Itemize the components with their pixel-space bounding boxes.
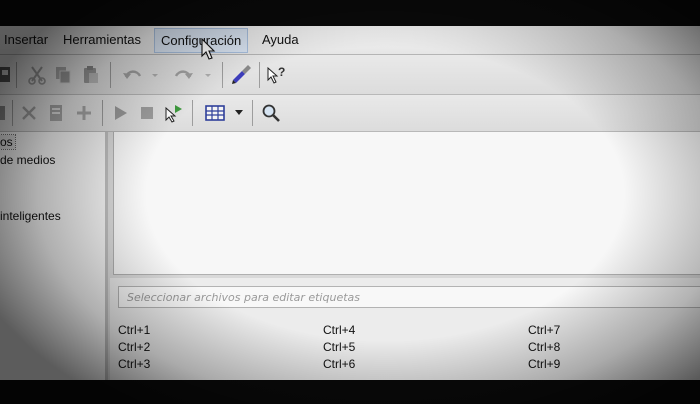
- search-icon[interactable]: [261, 103, 281, 123]
- delete-icon[interactable]: [21, 105, 37, 121]
- nav-item-selected[interactable]: os: [0, 134, 16, 150]
- add-icon[interactable]: [74, 104, 94, 122]
- toolbar-separator: [16, 62, 17, 88]
- toolbar-separator: [259, 62, 260, 88]
- shortcut-label: Ctrl+2: [118, 340, 151, 354]
- toolbar-separator: [192, 100, 193, 126]
- toolbar-separator: [12, 100, 13, 126]
- menu-herramientas[interactable]: Herramientas: [63, 32, 141, 47]
- play-icon[interactable]: [112, 105, 128, 121]
- menu-ayuda[interactable]: Ayuda: [262, 32, 299, 47]
- toolbar-separator: [222, 62, 223, 88]
- shortcut-label: Ctrl+6: [323, 357, 356, 371]
- secondary-toolbar: [0, 95, 700, 132]
- save-icon[interactable]: [0, 66, 12, 84]
- cut-icon[interactable]: [28, 65, 46, 85]
- app-window: Insertar Herramientas Configuración Ayud…: [0, 26, 700, 380]
- shortcut-label: Ctrl+3: [118, 357, 151, 371]
- mouse-cursor-icon: [201, 38, 216, 60]
- tag-edit-field[interactable]: Seleccionar archivos para editar etiquet…: [118, 286, 700, 308]
- shortcut-label: Ctrl+4: [323, 323, 356, 337]
- shortcut-label: Ctrl+7: [528, 323, 561, 337]
- nav-item-smart[interactable]: inteligentes: [0, 209, 61, 223]
- shortcut-label: Ctrl+8: [528, 340, 561, 354]
- undo-icon[interactable]: [122, 67, 160, 83]
- toolbar-separator: [102, 100, 103, 126]
- paste-icon[interactable]: [82, 65, 100, 85]
- copy-icon[interactable]: [54, 65, 72, 85]
- dropdown-arrow-icon[interactable]: [234, 109, 244, 117]
- send-icon[interactable]: [164, 102, 184, 124]
- properties-icon[interactable]: [48, 104, 66, 122]
- navigation-pane: os de medios inteligentes: [0, 132, 108, 380]
- shortcut-label: Ctrl+1: [118, 323, 151, 337]
- toolbar-separator: [110, 62, 111, 88]
- menu-insertar[interactable]: Insertar: [4, 32, 48, 47]
- tag-editor-panel: Seleccionar archivos para editar etiquet…: [110, 278, 700, 380]
- whats-this-icon[interactable]: ?: [266, 64, 288, 86]
- toolbar-separator: [252, 100, 253, 126]
- svg-text:?: ?: [278, 65, 285, 79]
- file-list-area[interactable]: [113, 132, 700, 275]
- redo-icon[interactable]: [174, 67, 214, 83]
- stop-icon[interactable]: [139, 105, 155, 121]
- menu-bar: Insertar Herramientas Configuración Ayud…: [0, 26, 700, 55]
- shortcut-label: Ctrl+5: [323, 340, 356, 354]
- shortcut-label: Ctrl+9: [528, 357, 561, 371]
- brush-icon[interactable]: [230, 63, 252, 87]
- edit-icon[interactable]: [0, 104, 8, 122]
- nav-item-media[interactable]: de medios: [0, 153, 55, 167]
- view-columns-icon[interactable]: [205, 105, 225, 121]
- main-toolbar: ?: [0, 55, 700, 95]
